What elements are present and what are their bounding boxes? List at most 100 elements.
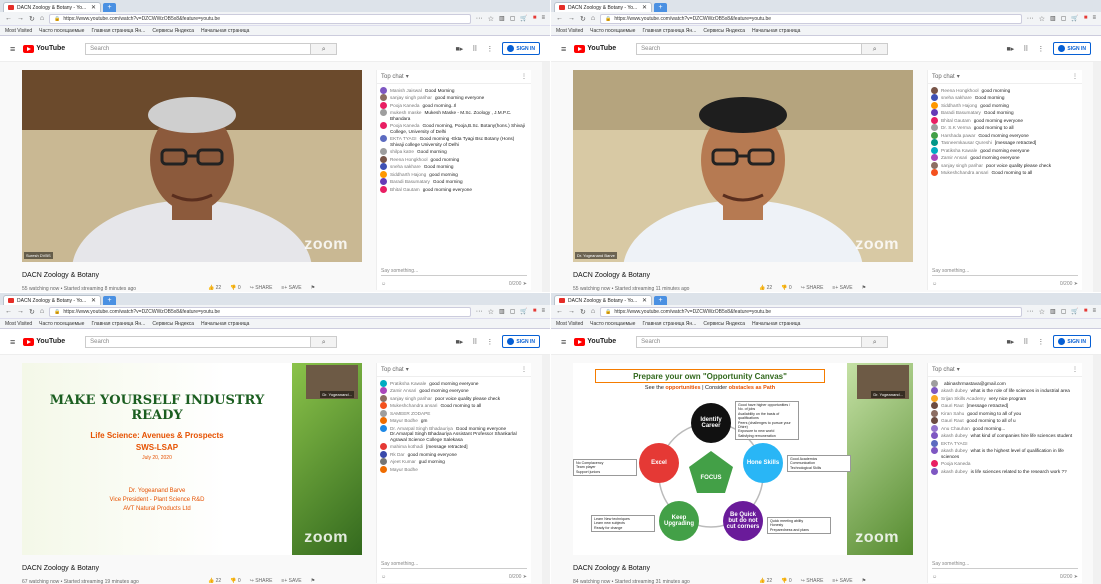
avatar[interactable] [380, 465, 387, 473]
more-icon[interactable]: ⋮ [521, 73, 527, 80]
chat-author[interactable]: Gauri Raut [941, 403, 964, 408]
chat-author[interactable]: Manish Jaiswal [390, 88, 422, 93]
save-button[interactable]: ≡+ SAVE [832, 285, 852, 291]
avatar[interactable] [931, 417, 938, 424]
avatar[interactable] [380, 450, 387, 458]
sign-in-button[interactable]: SIGN IN [502, 335, 540, 348]
chat-author[interactable]: Pratiksha Kawale [390, 381, 426, 386]
chat-author[interactable]: Dr. Amarpal Singh Bhadauriya [390, 426, 453, 431]
extension-icon[interactable]: ■ [533, 308, 537, 315]
like-button[interactable]: 👍 22 [208, 578, 221, 584]
chat-author[interactable]: Mayur Bodhe [390, 418, 418, 423]
menu-icon[interactable]: ≡ [541, 15, 545, 22]
chat-author[interactable]: mahima kothadi [390, 444, 423, 449]
share-button[interactable]: ↪ SHARE [801, 578, 824, 584]
avatar[interactable] [931, 432, 938, 439]
chat-input[interactable]: Say something... [932, 268, 1078, 276]
chat-input[interactable]: Say something... [381, 561, 527, 569]
home-icon[interactable]: ⌂ [591, 15, 595, 22]
share-button[interactable]: ↪ SHARE [801, 285, 824, 291]
search-button[interactable]: ⌕ [311, 42, 338, 55]
avatar[interactable] [931, 467, 938, 475]
apps-grid-icon[interactable]: ⠿ [1023, 45, 1028, 53]
save-button[interactable]: ≡+ SAVE [281, 578, 301, 584]
video-player[interactable]: Suresh DVBS zoom [22, 70, 362, 262]
send-icon[interactable]: ➤ [523, 574, 527, 580]
avatar[interactable] [931, 146, 938, 154]
chat-author[interactable]: Zamir Ansari [390, 388, 416, 393]
new-tab-button[interactable]: + [103, 3, 116, 12]
chat-header[interactable]: Top chat ▾ ⋮ [928, 363, 1082, 377]
chat-author[interactable]: EKTA TYAGI [390, 136, 417, 141]
bookmark-item[interactable]: Сервисы Яндекса [152, 321, 194, 327]
send-icon[interactable]: ➤ [1074, 574, 1078, 580]
youtube-logo[interactable]: YouTube [23, 337, 65, 346]
hamburger-icon[interactable]: ≡ [10, 44, 15, 54]
chat-author[interactable]: Baradi Basumatary [390, 179, 430, 184]
new-tab-button[interactable]: + [103, 296, 116, 305]
hamburger-icon[interactable]: ≡ [10, 337, 15, 347]
more-icon[interactable]: ⋮ [521, 366, 527, 373]
more-icon[interactable]: ⋮ [1037, 338, 1044, 346]
like-button[interactable]: 👍 22 [759, 578, 772, 584]
sign-in-button[interactable]: SIGN IN [1053, 335, 1091, 348]
youtube-logo[interactable]: YouTube [574, 44, 616, 53]
avatar[interactable] [931, 124, 938, 131]
create-video-icon[interactable]: ■▸ [1006, 45, 1014, 53]
close-tab-icon[interactable]: ✕ [642, 297, 647, 304]
menu-icon[interactable]: ≡ [541, 308, 545, 315]
close-tab-icon[interactable]: ✕ [642, 4, 647, 11]
sign-in-button[interactable]: SIGN IN [502, 42, 540, 55]
library-icon[interactable]: ▥ [1050, 308, 1056, 315]
bookmark-item[interactable]: Most Visited [556, 28, 583, 34]
library-icon[interactable]: ▥ [1050, 15, 1056, 22]
chat-author[interactable]: Dr. S.K Verma [941, 125, 971, 130]
chat-author[interactable]: Kiran Sahu [941, 411, 964, 416]
flag-icon[interactable]: ⚑ [311, 578, 315, 584]
avatar[interactable] [931, 131, 938, 139]
cart-icon[interactable]: 🛒 [520, 308, 527, 315]
reload-icon[interactable]: ↻ [29, 15, 35, 23]
reload-icon[interactable]: ↻ [580, 308, 586, 316]
create-video-icon[interactable]: ■▸ [455, 45, 463, 53]
avatar[interactable] [931, 139, 938, 146]
chat-author[interactable]: Pooja Kaneda [390, 123, 419, 128]
page-actions-icon[interactable]: ··· [476, 308, 483, 315]
bookmark-item[interactable]: Начальная страница [201, 321, 249, 327]
avatar[interactable] [380, 101, 387, 109]
avatar[interactable] [931, 154, 938, 161]
back-icon[interactable]: ← [5, 15, 12, 22]
bookmark-item[interactable]: Начальная страница [752, 321, 800, 327]
bookmark-item[interactable]: Most Visited [556, 321, 583, 327]
page-actions-icon[interactable]: ··· [1027, 308, 1034, 315]
avatar[interactable] [380, 424, 387, 432]
bookmark-item[interactable]: Начальная страница [201, 28, 249, 34]
chat-author[interactable]: sneha sakhare [390, 164, 421, 169]
bookmark-item[interactable]: Начальная страница [752, 28, 800, 34]
avatar[interactable] [931, 116, 938, 124]
more-icon[interactable]: ⋮ [1072, 366, 1078, 373]
avatar[interactable] [380, 387, 387, 394]
chat-author[interactable]: Tasneemkausar Qureshi [941, 140, 992, 145]
browser-tab[interactable]: DACN Zoology & Botany - Yo... ✕ [3, 295, 101, 305]
chat-author[interactable]: Rk Dar [390, 452, 405, 457]
bookmark-item[interactable]: Часто посещаемые [590, 28, 635, 34]
chat-author[interactable]: sneha sakhare [941, 95, 972, 100]
bookmark-item[interactable]: Most Visited [5, 321, 32, 327]
emoji-icon[interactable]: ☺ [381, 281, 386, 287]
video-player[interactable]: Dr. Yogeanand Barve zoom [573, 70, 913, 262]
chat-author[interactable]: sanjay singh parihar [941, 163, 983, 168]
flag-icon[interactable]: ⚑ [862, 578, 866, 584]
avatar[interactable] [931, 94, 938, 101]
apps-grid-icon[interactable]: ⠿ [472, 338, 477, 346]
reload-icon[interactable]: ↻ [580, 15, 586, 23]
bookmark-item[interactable]: Часто посещаемые [39, 28, 84, 34]
back-icon[interactable]: ← [556, 15, 563, 22]
search-input[interactable]: Search [85, 335, 312, 348]
avatar[interactable] [931, 460, 938, 468]
chat-author[interactable]: Siddharth Hajong [941, 103, 977, 108]
menu-icon[interactable]: ≡ [1092, 15, 1096, 22]
chat-author[interactable]: shilpa katre [390, 149, 414, 154]
avatar[interactable] [380, 122, 387, 130]
avatar[interactable] [931, 424, 938, 432]
